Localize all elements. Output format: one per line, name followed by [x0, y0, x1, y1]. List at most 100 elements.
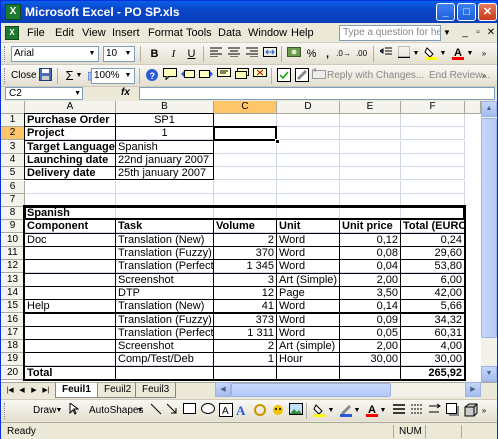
- menu-data[interactable]: Data: [218, 27, 241, 39]
- line-style-icon[interactable]: [390, 403, 407, 419]
- cell-b4-value[interactable]: 22nd january 2007: [116, 153, 214, 167]
- table-cell[interactable]: 2: [214, 340, 277, 354]
- insert-picture-icon[interactable]: [287, 403, 304, 419]
- cell-a8-section[interactable]: Spanish: [25, 207, 116, 221]
- table-cell[interactable]: Word: [277, 326, 340, 340]
- shadow-style-icon[interactable]: [444, 403, 461, 419]
- column-header-b[interactable]: B: [116, 101, 214, 114]
- reply-with-changes-button[interactable]: Reply with Changes...: [327, 70, 424, 81]
- show-comment-icon[interactable]: [215, 68, 232, 84]
- chevron-down-icon[interactable]: ▼: [75, 68, 83, 84]
- grid-cell[interactable]: [25, 193, 116, 207]
- table-cell[interactable]: 1: [214, 353, 277, 367]
- table-cell[interactable]: Help: [25, 300, 116, 314]
- grid-cell[interactable]: [116, 207, 214, 221]
- table-cell[interactable]: 0,08: [340, 247, 401, 260]
- table-cell[interactable]: Translation (New): [116, 300, 214, 314]
- grid-cell[interactable]: [277, 127, 340, 141]
- table-cell[interactable]: Translation (Perfect): [116, 326, 214, 340]
- chevron-down-icon[interactable]: ▼: [466, 46, 474, 62]
- grid-cell[interactable]: [214, 366, 277, 380]
- cell-b3-value[interactable]: Spanish: [116, 140, 214, 154]
- table-cell[interactable]: Art (simple): [277, 340, 340, 354]
- scroll-right-icon[interactable]: ▶: [465, 382, 481, 397]
- clip-art-icon[interactable]: [269, 403, 286, 419]
- grid-cell[interactable]: [116, 180, 214, 194]
- 3d-style-icon[interactable]: [462, 403, 479, 419]
- table-cell[interactable]: 0,09: [340, 313, 401, 327]
- table-header-cell[interactable]: Unit: [277, 220, 340, 234]
- grid-cell[interactable]: [340, 140, 401, 154]
- table-cell[interactable]: 373: [214, 313, 277, 327]
- menu-format[interactable]: Format: [148, 27, 183, 39]
- decrease-indent-icon[interactable]: [377, 46, 394, 62]
- table-cell[interactable]: 29,60: [401, 247, 465, 260]
- cell-b2-value[interactable]: 1: [116, 127, 214, 141]
- select-all-corner[interactable]: [1, 101, 25, 114]
- table-cell[interactable]: [25, 353, 116, 367]
- table-cell[interactable]: Translation (Fuzzy): [116, 313, 214, 327]
- row-header-7[interactable]: 7: [1, 193, 25, 207]
- next-sheet-icon[interactable]: ▶: [29, 385, 39, 397]
- grid-cell[interactable]: [401, 127, 465, 141]
- table-cell[interactable]: 370: [214, 247, 277, 260]
- arrow-style-icon[interactable]: [426, 403, 443, 419]
- grid-cell[interactable]: [214, 193, 277, 207]
- chevron-down-icon[interactable]: ▼: [87, 48, 97, 60]
- grid-cell[interactable]: [277, 366, 340, 380]
- table-header-cell[interactable]: Volume: [214, 220, 277, 234]
- table-cell[interactable]: 0,14: [340, 300, 401, 314]
- wordart-icon[interactable]: A: [233, 403, 250, 419]
- table-cell[interactable]: Word: [277, 260, 340, 274]
- row-header-1[interactable]: 1: [1, 114, 25, 127]
- row-header-3[interactable]: 3: [1, 140, 25, 154]
- table-cell[interactable]: Hour: [277, 353, 340, 367]
- track-changes-icon[interactable]: [275, 68, 292, 84]
- grid-cell[interactable]: [277, 207, 340, 221]
- menu-window[interactable]: Window: [248, 27, 287, 39]
- menu-edit[interactable]: Edit: [55, 27, 74, 39]
- reviewing-pane-icon[interactable]: [293, 68, 310, 84]
- table-cell[interactable]: [25, 326, 116, 340]
- doc-restore-button[interactable]: ▫: [472, 27, 484, 39]
- row-header-6[interactable]: 6: [1, 180, 25, 194]
- grid-cell[interactable]: [214, 207, 277, 221]
- row-header-5[interactable]: 5: [1, 167, 25, 181]
- save-icon[interactable]: [37, 68, 54, 84]
- cell-b1-value[interactable]: SP1: [116, 114, 214, 127]
- cell-a1-label[interactable]: Purchase Order: [25, 114, 116, 127]
- workbook-icon[interactable]: X: [5, 26, 19, 40]
- horizontal-scrollbar[interactable]: ◀ ▶: [215, 382, 481, 397]
- table-cell[interactable]: [25, 286, 116, 300]
- table-cell[interactable]: 4,00: [401, 340, 465, 354]
- column-header-a[interactable]: A: [25, 101, 116, 114]
- table-cell[interactable]: 0,05: [340, 326, 401, 340]
- arrow-icon[interactable]: [163, 403, 180, 419]
- toolbar-options-icon[interactable]: »: [479, 68, 489, 84]
- doc-close-button[interactable]: ✕: [485, 27, 497, 39]
- grid-cell[interactable]: [116, 193, 214, 207]
- dash-style-icon[interactable]: [408, 403, 425, 419]
- maximize-button[interactable]: □: [457, 3, 476, 21]
- vertical-scroll-thumb[interactable]: [481, 118, 497, 338]
- total-value[interactable]: 265,92: [401, 366, 465, 380]
- column-header-c[interactable]: C: [214, 101, 277, 114]
- font-color-icon[interactable]: A: [363, 403, 380, 419]
- borders-icon[interactable]: [395, 46, 412, 62]
- menu-file[interactable]: File: [27, 27, 45, 39]
- table-cell[interactable]: 1 345: [214, 260, 277, 274]
- row-header-14[interactable]: 14: [1, 286, 25, 300]
- close-button[interactable]: ✕: [478, 3, 497, 21]
- toolbar-options-icon[interactable]: »: [479, 403, 489, 419]
- close-toolbar-button[interactable]: Close: [11, 70, 37, 81]
- align-right-icon[interactable]: [243, 46, 260, 62]
- rectangle-icon[interactable]: [181, 403, 198, 419]
- cell-a2-label[interactable]: Project: [25, 127, 116, 141]
- grid-cell[interactable]: [401, 193, 465, 207]
- table-cell[interactable]: 42,00: [401, 286, 465, 300]
- table-cell[interactable]: Doc: [25, 233, 116, 247]
- scroll-down-icon[interactable]: ▼: [481, 366, 497, 382]
- underline-button[interactable]: U: [183, 46, 200, 62]
- table-cell[interactable]: Comp/Test/Deb: [116, 353, 214, 367]
- sheet-tab-feuil1[interactable]: Feuil1: [55, 383, 98, 398]
